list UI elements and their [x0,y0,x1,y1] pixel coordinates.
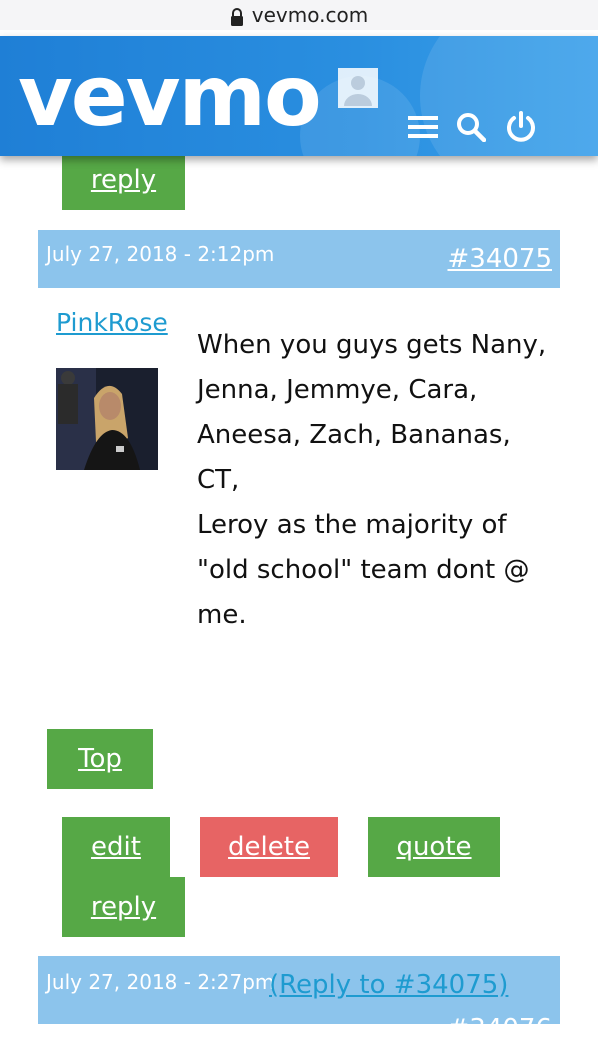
url-text: vevmo.com [251,3,369,27]
next-post-number-link[interactable]: #34076 [448,1014,553,1044]
site-header: vevmo [0,36,598,156]
post-body: When you guys gets Nany, Jenna, Jemmye, … [197,323,547,638]
top-button[interactable]: Top [47,729,153,789]
post-number-link[interactable]: #34075 [448,244,553,274]
site-logo[interactable]: vevmo [18,54,322,138]
post-body-line: "old school" team dont @ [197,555,530,585]
avatar[interactable] [56,368,158,470]
browser-url-bar[interactable]: vevmo.com [0,0,598,30]
header-toolbar [338,68,556,148]
author-username-link[interactable]: PinkRose [56,308,168,337]
menu-icon[interactable] [408,114,438,144]
reply-to-link[interactable]: (Reply to #34075) [269,970,508,1000]
post-body-line: When you guys gets Nany, [197,330,547,360]
post-body-line: Leroy as the majority of [197,510,507,540]
post-date: July 27, 2018 - 2:12pm [46,242,275,266]
reply-button[interactable]: reply [62,150,185,210]
quote-button[interactable]: quote [368,817,500,877]
user-profile-icon[interactable] [338,68,378,108]
power-icon[interactable] [504,110,538,148]
reply-button[interactable]: reply [62,877,185,937]
post-meta-bar: July 27, 2018 - 2:12pm #34075 [38,230,560,288]
post-body-line: Aneesa, Zach, Bananas, CT, [197,420,511,495]
search-icon[interactable] [456,112,487,146]
next-post-date: July 27, 2018 - 2:27pm [46,970,275,994]
delete-button[interactable]: delete [200,817,338,877]
edit-button[interactable]: edit [62,817,170,877]
post-body-line: Jenna, Jemmye, Cara, [197,375,478,405]
next-post-meta-bar: July 27, 2018 - 2:27pm (Reply to #34075)… [38,956,560,1044]
lock-icon [230,7,244,26]
post-body-line: me. [197,600,247,630]
